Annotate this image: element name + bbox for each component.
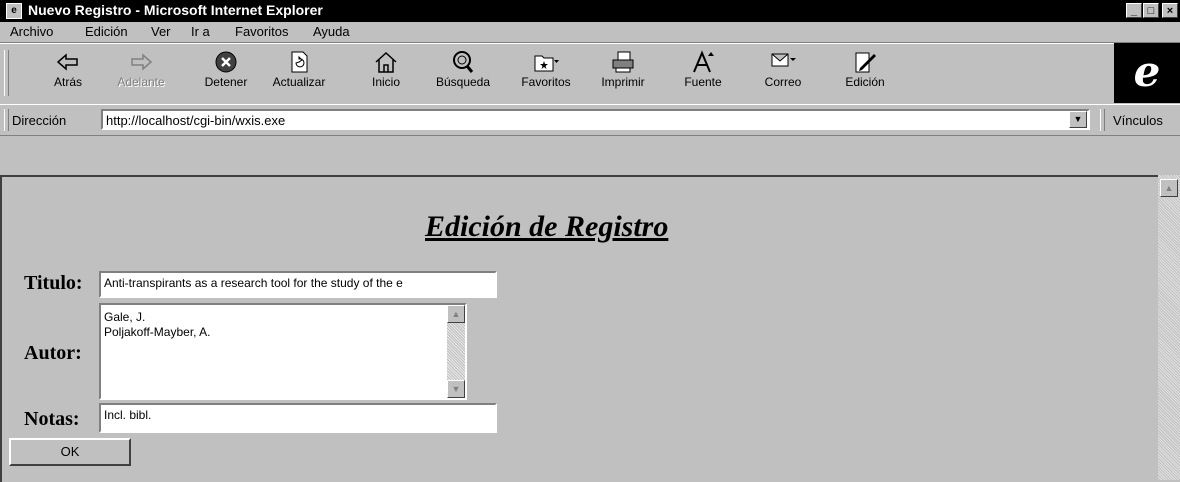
mail-label: Correo xyxy=(764,75,802,89)
toolbar-grip[interactable] xyxy=(4,50,9,96)
address-grip[interactable] xyxy=(4,109,9,131)
home-label: Inicio xyxy=(371,75,400,89)
mail-button[interactable]: Correo xyxy=(750,48,816,100)
address-dropdown-button[interactable]: ▼ xyxy=(1069,111,1087,128)
mail-icon xyxy=(771,53,796,67)
forward-button[interactable]: Adelante xyxy=(108,48,174,100)
notas-input[interactable]: Incl. bibl. xyxy=(99,403,497,433)
refresh-label: Actualizar xyxy=(272,75,326,89)
font-icon xyxy=(693,50,714,73)
back-label: Atrás xyxy=(53,75,82,89)
autor-scroll-up-button[interactable]: ▲ xyxy=(447,305,465,323)
refresh-icon xyxy=(291,51,308,73)
menu-ayuda[interactable]: Ayuda xyxy=(313,24,350,39)
links-label[interactable]: Vínculos xyxy=(1113,113,1163,128)
titulo-input[interactable]: Anti-transpirants as a research tool for… xyxy=(99,271,497,298)
menu-edicion[interactable]: Edición xyxy=(85,24,128,39)
favorites-icon xyxy=(534,55,559,72)
autor-line-2: Poljakoff-Mayber, A. xyxy=(104,325,211,339)
home-icon xyxy=(375,51,397,73)
minimize-button[interactable]: _ xyxy=(1126,3,1142,18)
arrow-left-icon xyxy=(56,53,78,71)
search-icon xyxy=(453,51,474,73)
ie-logo-icon: e xyxy=(1114,43,1180,103)
menu-archivo[interactable]: Archivo xyxy=(10,24,53,39)
address-url: http://localhost/cgi-bin/wxis.exe xyxy=(106,113,286,128)
scroll-up-button[interactable]: ▲ xyxy=(1160,179,1178,197)
home-button[interactable]: Inicio xyxy=(353,48,419,100)
notas-label: Notas: xyxy=(24,408,80,430)
autor-line-1: Gale, J. xyxy=(104,310,146,324)
edit-label: Edición xyxy=(845,75,885,89)
print-label: Imprimir xyxy=(601,75,645,89)
maximize-button[interactable]: □ xyxy=(1143,3,1159,18)
refresh-button[interactable]: Actualizar xyxy=(266,48,332,100)
menu-ir-a[interactable]: Ir a xyxy=(191,24,210,39)
autor-label: Autor: xyxy=(24,342,82,364)
forward-label: Adelante xyxy=(117,75,165,89)
edit-icon xyxy=(855,52,876,73)
window-title: Nuevo Registro - Microsoft Internet Expl… xyxy=(28,2,323,18)
close-button[interactable]: × xyxy=(1162,3,1178,18)
notas-value: Incl. bibl. xyxy=(104,408,152,422)
autor-textarea[interactable]: Gale, J. Poljakoff-Mayber, A. ▲ ▼ xyxy=(99,303,467,400)
title-bar: e Nuevo Registro - Microsoft Internet Ex… xyxy=(0,0,1180,22)
page-scrollbar[interactable] xyxy=(1158,175,1180,480)
stop-label: Detener xyxy=(204,75,248,89)
toolbar: Atrás Adelante Detener Actualizar Inicio… xyxy=(0,43,1180,105)
arrow-right-icon xyxy=(131,53,153,71)
search-button[interactable]: Búsqueda xyxy=(430,48,496,100)
font-label: Fuente xyxy=(684,75,722,89)
favorites-button[interactable]: Favoritos xyxy=(513,48,579,100)
address-bar: Dirección http://localhost/cgi-bin/wxis.… xyxy=(0,104,1180,136)
back-button[interactable]: Atrás xyxy=(35,48,101,100)
page-title: Edición de Registro xyxy=(425,210,669,243)
ok-button[interactable]: OK xyxy=(9,438,131,466)
stop-button[interactable]: Detener xyxy=(193,48,259,100)
titulo-label: Titulo: xyxy=(24,272,83,294)
search-label: Búsqueda xyxy=(435,75,491,89)
menu-favoritos[interactable]: Favoritos xyxy=(235,24,288,39)
print-icon xyxy=(612,51,634,73)
content-left-edge xyxy=(0,177,2,482)
stop-icon xyxy=(215,51,237,73)
ie-app-icon[interactable]: e xyxy=(6,3,22,19)
font-button[interactable]: Fuente xyxy=(670,48,736,100)
print-button[interactable]: Imprimir xyxy=(590,48,656,100)
titulo-value: Anti-transpirants as a research tool for… xyxy=(104,276,403,290)
autor-scroll-down-button[interactable]: ▼ xyxy=(447,380,465,398)
links-grip[interactable] xyxy=(1100,109,1105,131)
favorites-label: Favoritos xyxy=(521,75,571,89)
menu-ver[interactable]: Ver xyxy=(151,24,171,39)
address-label: Dirección xyxy=(12,113,67,128)
edit-button[interactable]: Edición xyxy=(832,48,898,100)
address-input[interactable]: http://localhost/cgi-bin/wxis.exe xyxy=(101,109,1090,130)
menu-bar: Archivo Edición Ver Ir a Favoritos Ayuda xyxy=(0,22,1180,43)
